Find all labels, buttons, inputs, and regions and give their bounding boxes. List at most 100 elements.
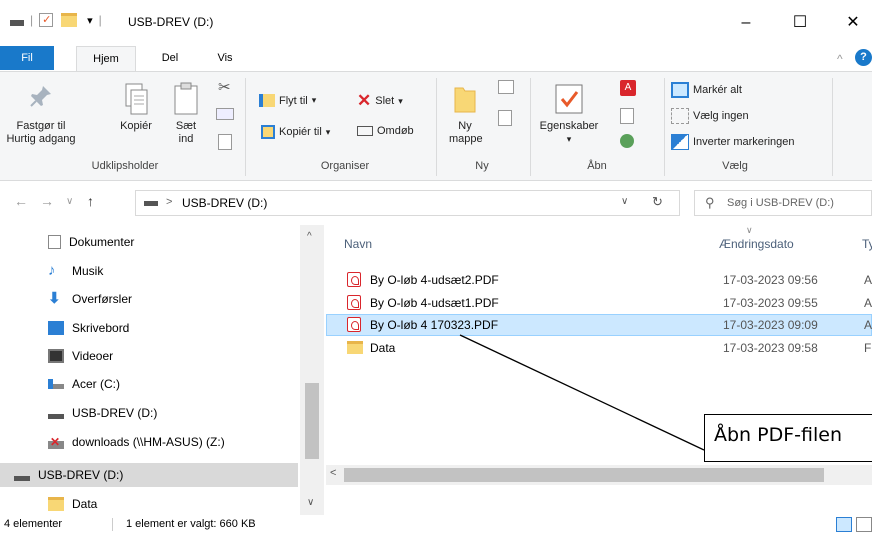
back-arrow-icon[interactable]: ←: [14, 193, 28, 209]
close-button[interactable]: ✕: [838, 10, 868, 36]
ribbon-collapse-icon[interactable]: ^: [837, 52, 843, 66]
group-label-organize: Organiser: [320, 160, 370, 172]
search-box[interactable]: ⚲ Søg i USB-DREV (D:): [694, 190, 872, 216]
scrollbar-thumb[interactable]: [344, 468, 824, 482]
select-none-icon: [671, 108, 689, 124]
file-list: Navn ∨ Ændringsdato Ty By O-løb 4-udsæt2…: [326, 225, 872, 515]
properties-button[interactable]: Egenskaber ▾: [538, 82, 600, 146]
copy-to-button[interactable]: Kopiér til ▾: [261, 125, 330, 139]
pdf-file-icon: [347, 272, 361, 287]
nav-item-data[interactable]: Data: [48, 493, 97, 515]
drive-c-icon: [48, 379, 64, 389]
scroll-down-icon[interactable]: ∨: [307, 497, 314, 508]
new-item-icon[interactable]: [498, 80, 514, 94]
open-pdf-icon[interactable]: A: [620, 80, 636, 96]
file-date: 17-03-2023 09:09: [723, 318, 818, 332]
new-folder-quick-icon[interactable]: [61, 13, 78, 27]
column-header-name[interactable]: Navn: [344, 237, 372, 251]
file-row[interactable]: By O-løb 4-udsæt2.PDF 17-03-2023 09:56 A: [326, 269, 872, 291]
edit-icon[interactable]: [620, 108, 634, 124]
large-icons-view-icon[interactable]: [856, 517, 872, 532]
up-arrow-icon[interactable]: ↑: [87, 193, 94, 209]
group-label-clipboard: Udklipsholder: [91, 160, 159, 172]
chevron-down-icon: ▾: [325, 126, 331, 137]
search-input[interactable]: Søg i USB-DREV (D:): [727, 197, 834, 209]
file-date: 17-03-2023 09:55: [723, 296, 818, 310]
new-folder-button[interactable]: Ny mappe: [440, 82, 490, 146]
address-row: ← → ∨ ↑ > USB-DREV (D:) ∨ ↻ ⚲ Søg i USB-…: [0, 181, 872, 225]
minimize-button[interactable]: –: [731, 10, 761, 36]
copy-button[interactable]: Kopiér: [112, 82, 160, 133]
forward-arrow-icon[interactable]: →: [40, 193, 54, 209]
help-icon[interactable]: ?: [855, 49, 872, 66]
pin-quick-access-button[interactable]: Fastgør til Hurtig adgang: [2, 82, 80, 146]
nav-item-usb-drive-root[interactable]: USB-DREV (D:): [14, 464, 123, 486]
nav-item-documents[interactable]: Dokumenter: [48, 231, 134, 253]
copy-to-label: Kopiér til: [279, 126, 322, 138]
column-header-date[interactable]: Ændringsdato: [719, 237, 794, 251]
quickaccess-dropdown-icon[interactable]: ▾: [87, 14, 93, 27]
nav-item-label: Dokumenter: [69, 235, 135, 249]
nav-item-usb-drive[interactable]: USB-DREV (D:): [48, 402, 157, 424]
network-drive-icon: ✕: [48, 436, 64, 449]
usb-drive-icon: [144, 201, 158, 206]
pin-icon: [30, 86, 51, 107]
copy-label: Kopiér: [120, 120, 152, 132]
easy-access-icon[interactable]: [498, 110, 512, 126]
scroll-left-icon[interactable]: <: [330, 467, 336, 479]
maximize-button[interactable]: ☐: [785, 10, 815, 36]
new-folder-label: Ny mappe: [449, 120, 483, 145]
address-dropdown-icon[interactable]: ∨: [621, 196, 628, 207]
properties-quick-icon[interactable]: ✓: [39, 13, 54, 27]
file-row[interactable]: Data 17-03-2023 09:58 Fi: [326, 337, 872, 359]
paste-button[interactable]: Sæt ind: [168, 82, 204, 146]
nav-item-videos[interactable]: Videoer: [48, 345, 113, 367]
move-to-button[interactable]: Flyt til ▾: [259, 94, 316, 107]
pin-label: Fastgør til Hurtig adgang: [6, 120, 76, 145]
drive-icon: [10, 20, 24, 26]
file-name: Data: [370, 341, 396, 355]
desktop-icon: [48, 321, 64, 335]
nav-item-downloads[interactable]: ⬇ Overførsler: [48, 288, 132, 310]
cut-icon[interactable]: ✂: [218, 78, 231, 96]
documents-icon: [48, 235, 61, 249]
callout-text: Åbn PDF-filen: [714, 424, 842, 446]
copy-path-icon[interactable]: [216, 108, 234, 120]
nav-scrollbar[interactable]: ^ ∨: [300, 225, 324, 515]
nav-item-desktop[interactable]: Skrivebord: [48, 317, 129, 339]
invert-selection-button[interactable]: Inverter markeringen: [671, 134, 795, 150]
paste-shortcut-icon[interactable]: [218, 134, 232, 150]
tab-vis[interactable]: Vis: [205, 46, 245, 70]
select-all-button[interactable]: Markér alt: [671, 82, 742, 98]
file-list-scrollbar[interactable]: <: [326, 465, 872, 485]
recent-locations-icon[interactable]: ∨: [66, 196, 73, 207]
scrollbar-thumb[interactable]: [305, 383, 319, 459]
tab-fil[interactable]: Fil: [0, 46, 54, 70]
column-header-type[interactable]: Ty: [862, 237, 872, 251]
delete-icon: ✕: [357, 91, 372, 110]
breadcrumb-path[interactable]: USB-DREV (D:): [182, 196, 267, 210]
folder-icon: [347, 341, 363, 354]
file-row[interactable]: By O-løb 4-udsæt1.PDF 17-03-2023 09:55 A: [326, 292, 872, 314]
select-none-button[interactable]: Vælg ingen: [671, 108, 749, 124]
nav-item-network-drive[interactable]: ✕ downloads (\\HM-ASUS) (Z:): [48, 431, 225, 453]
pdf-file-icon: [347, 295, 361, 310]
details-view-icon[interactable]: [836, 517, 852, 532]
nav-item-music[interactable]: ♪ Musik: [48, 260, 103, 282]
delete-button[interactable]: ✕ Slet ▾: [357, 91, 403, 110]
rename-button[interactable]: Omdøb: [357, 125, 414, 137]
new-folder-icon: [454, 87, 476, 113]
refresh-icon[interactable]: ↻: [652, 194, 663, 210]
tab-del[interactable]: Del: [150, 46, 190, 70]
nav-item-drive-c[interactable]: Acer (C:): [48, 373, 120, 395]
select-all-label: Markér alt: [693, 84, 742, 96]
address-bar[interactable]: > USB-DREV (D:) ∨ ↻: [135, 190, 680, 216]
rename-icon: [357, 126, 373, 136]
tab-hjem[interactable]: Hjem: [76, 46, 136, 72]
callout-box: Åbn PDF-filen: [704, 414, 872, 462]
scroll-up-icon[interactable]: ^: [307, 231, 312, 242]
invert-selection-icon: [671, 134, 689, 150]
nav-item-label: Musik: [72, 264, 104, 278]
history-icon[interactable]: [620, 134, 634, 148]
file-row-selected[interactable]: By O-løb 4 170323.PDF 17-03-2023 09:09 A: [326, 314, 872, 336]
